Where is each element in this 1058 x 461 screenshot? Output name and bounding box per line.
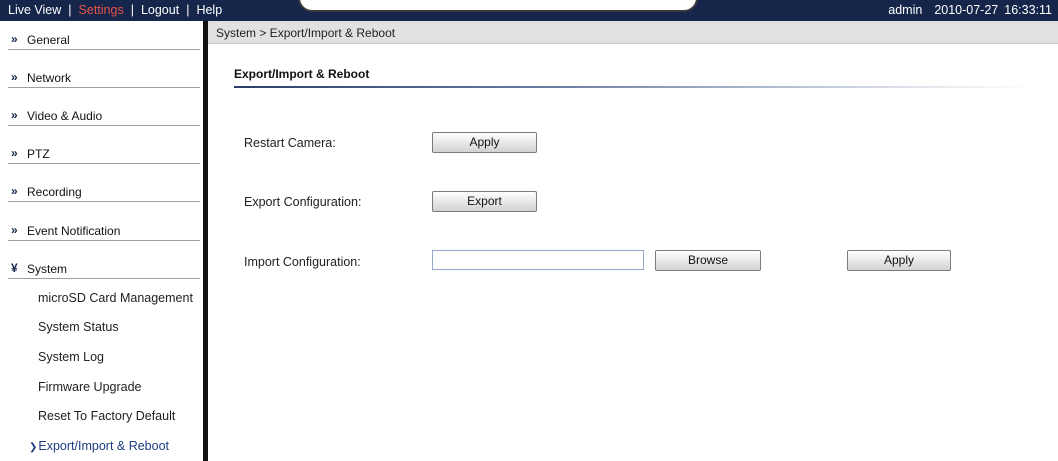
breadcrumb: System > Export/Import & Reboot: [208, 21, 1058, 44]
user-name: admin: [888, 3, 923, 17]
restart-camera-label: Restart Camera:: [244, 136, 336, 150]
double-chevron-right-icon: »: [11, 184, 18, 198]
sidebar-section-label: Network: [27, 71, 72, 85]
nav-live-view[interactable]: Live View: [8, 3, 61, 17]
sidebar-item-export-import-reboot[interactable]: ❯Export/Import & Reboot: [29, 439, 169, 453]
sidebar-section-video-audio[interactable]: » Video & Audio: [8, 106, 200, 126]
double-chevron-right-icon: »: [11, 70, 18, 84]
sidebar-item-microsd-card-management[interactable]: microSD Card Management: [38, 291, 193, 305]
double-chevron-right-icon: »: [11, 223, 18, 237]
sidebar-section-network[interactable]: » Network: [8, 68, 200, 88]
title-underline: [234, 86, 1034, 88]
session-info: admin 2010-07-27 16:33:11: [888, 3, 1052, 17]
current-time: 16:33:11: [1004, 3, 1052, 17]
sidebar-item-firmware-upgrade[interactable]: Firmware Upgrade: [38, 380, 142, 394]
browse-button[interactable]: Browse: [655, 250, 761, 271]
export-button[interactable]: Export: [432, 191, 537, 212]
double-chevron-right-icon: »: [11, 146, 18, 160]
sidebar-section-label: General: [27, 33, 70, 47]
sidebar-item-system-log[interactable]: System Log: [38, 350, 104, 364]
current-date: 2010-07-27: [934, 3, 999, 17]
nav-settings[interactable]: Settings: [79, 3, 124, 17]
sidebar-item-reset-factory-default[interactable]: Reset To Factory Default: [38, 409, 175, 423]
sidebar-section-label: PTZ: [27, 147, 50, 161]
sidebar-section-label: System: [27, 262, 68, 276]
top-nav-bar: Live View | Settings | Logout | Help admin 2010…: [0, 0, 1058, 21]
sidebar-section-general[interactable]: » General: [8, 30, 200, 50]
sidebar-section-event-notification[interactable]: » Event Notification: [8, 221, 200, 241]
chevron-right-icon: ❯: [29, 442, 38, 453]
sidebar-item-label: Export/Import & Reboot: [38, 439, 170, 453]
sidebar-section-ptz[interactable]: » PTZ: [8, 144, 200, 164]
double-chevron-down-icon: ¥: [11, 261, 18, 275]
nav-separator: |: [130, 3, 134, 17]
breadcrumb-text: System > Export/Import & Reboot: [216, 26, 396, 40]
import-apply-button[interactable]: Apply: [847, 250, 951, 271]
sidebar-section-label: Recording: [27, 185, 82, 199]
restart-apply-button[interactable]: Apply: [432, 132, 537, 153]
sidebar-section-label: Video & Audio: [27, 109, 103, 123]
nav-logout[interactable]: Logout: [141, 3, 179, 17]
double-chevron-right-icon: »: [11, 32, 18, 46]
nav-separator: |: [68, 3, 72, 17]
sidebar-item-system-status[interactable]: System Status: [38, 320, 119, 334]
nav-help[interactable]: Help: [196, 3, 222, 17]
sidebar-section-system[interactable]: ¥ System: [8, 259, 200, 279]
export-configuration-label: Export Configuration:: [244, 195, 362, 209]
double-chevron-right-icon: »: [11, 108, 18, 122]
sidebar-section-label: Event Notification: [27, 224, 121, 238]
sidebar-divider: [203, 21, 208, 461]
top-nav: Live View | Settings | Logout | Help: [8, 3, 222, 17]
import-configuration-label: Import Configuration:: [244, 255, 361, 269]
nav-separator: |: [186, 3, 190, 17]
header-tab-decoration: [298, 0, 698, 12]
import-file-path-input[interactable]: [432, 250, 644, 270]
sidebar-section-recording[interactable]: » Recording: [8, 182, 200, 202]
page-title: Export/Import & Reboot: [234, 67, 370, 81]
